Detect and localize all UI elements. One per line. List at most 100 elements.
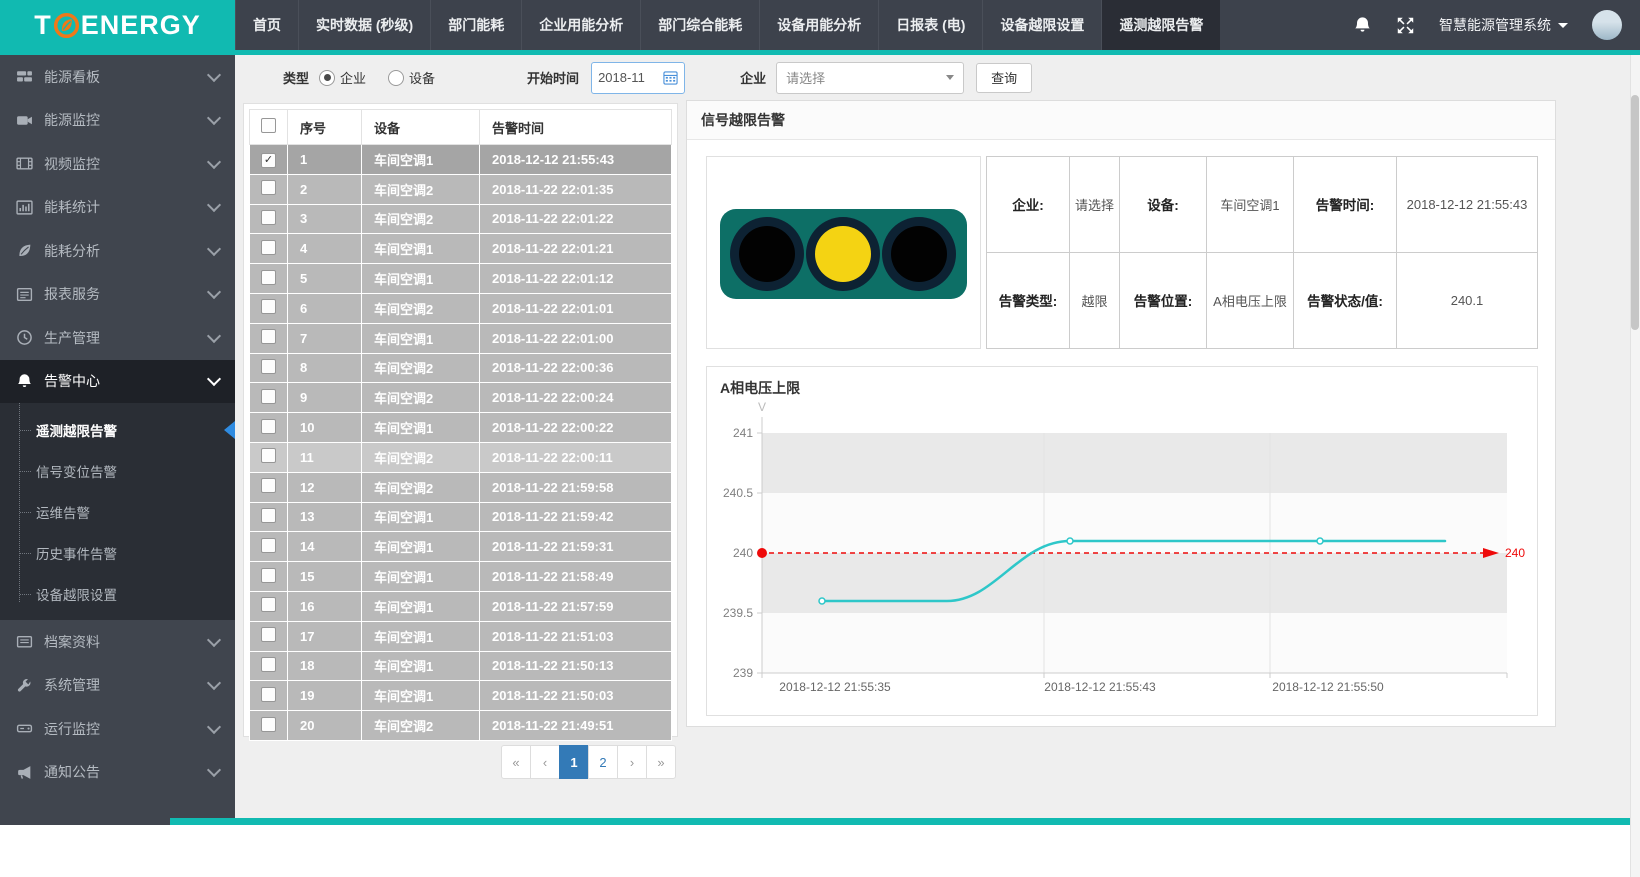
radio-option-device[interactable]: 设备 [388,68,435,87]
sidebar-item-label: 能耗分析 [44,241,209,261]
table-row[interactable]: 4车间空调12018-11-22 22:01:21 [250,234,672,264]
table-row[interactable]: 20车间空调22018-11-22 21:49:51 [250,711,672,741]
calendar-icon[interactable] [663,70,678,85]
sidebar-subitem[interactable]: 遥测越限告警 [0,409,235,450]
table-row[interactable]: 14车间空调12018-11-22 21:59:31 [250,532,672,562]
table-row[interactable]: 18车间空调12018-11-22 21:50:13 [250,651,672,681]
sidebar-subitem[interactable]: 设备越限设置 [0,573,235,614]
table-row[interactable]: 12车间空调22018-11-22 21:59:58 [250,472,672,502]
page-prev-button[interactable]: ‹ [530,745,560,779]
row-checkbox[interactable] [261,180,276,195]
table-row[interactable]: 17车间空调12018-11-22 21:51:03 [250,621,672,651]
table-row[interactable]: 13车间空调12018-11-22 21:59:42 [250,502,672,532]
row-checkbox[interactable] [261,627,276,642]
row-no: 13 [288,502,362,532]
row-checkbox[interactable] [261,419,276,434]
row-checkbox[interactable]: ✓ [261,153,276,168]
query-button[interactable]: 查询 [976,63,1032,93]
radio-device[interactable] [388,70,404,86]
row-checkbox[interactable] [261,389,276,404]
row-checkbox[interactable] [261,508,276,523]
sidebar-subitem[interactable]: 运维告警 [0,491,235,532]
row-device: 车间空调2 [362,204,480,234]
table-row[interactable]: 3车间空调22018-11-22 22:01:22 [250,204,672,234]
sidebar-item[interactable]: 系统管理 [0,664,235,708]
page-last-button[interactable]: » [646,745,676,779]
nav-item[interactable]: 日报表 (电) [878,0,982,50]
page-2-button[interactable]: 2 [588,745,618,779]
sidebar-item[interactable]: 生产管理 [0,316,235,360]
sidebar-item[interactable]: 档案资料 [0,620,235,664]
fullscreen-icon[interactable] [1396,16,1415,35]
row-checkbox[interactable] [261,657,276,672]
table-row[interactable]: 7车间空调12018-11-22 22:01:00 [250,323,672,353]
row-no: 17 [288,621,362,651]
row-checkbox[interactable] [261,240,276,255]
row-checkbox[interactable] [261,210,276,225]
row-checkbox[interactable] [261,717,276,732]
row-checkbox[interactable] [261,448,276,463]
sidebar-item[interactable]: 能源监控 [0,99,235,143]
enterprise-select[interactable]: 请选择 [776,62,964,94]
table-row[interactable]: 16车间空调12018-11-22 21:57:59 [250,591,672,621]
page-1-button[interactable]: 1 [559,745,589,779]
system-name-menu[interactable]: 智慧能源管理系统 [1439,15,1568,35]
row-checkbox[interactable] [261,359,276,374]
chevron-down-icon [1558,23,1568,28]
row-checkbox[interactable] [261,478,276,493]
detail-value: 请选择 [1070,157,1120,253]
nav-item[interactable]: 首页 [235,0,298,50]
start-time-input[interactable]: 2018-11 [591,62,685,94]
nav-item[interactable]: 部门综合能耗 [640,0,759,50]
row-no: 3 [288,204,362,234]
table-row[interactable]: 19车间空调12018-11-22 21:50:03 [250,681,672,711]
sidebar-item[interactable]: 告警中心 [0,360,235,404]
svg-text:V: V [758,400,766,414]
sidebar-item[interactable]: 运行监控 [0,707,235,751]
table-row[interactable]: 10车间空调12018-11-22 22:00:22 [250,413,672,443]
sidebar-subitem[interactable]: 历史事件告警 [0,532,235,573]
row-no: 6 [288,293,362,323]
scrollbar-track[interactable] [1630,50,1640,877]
row-checkbox[interactable] [261,538,276,553]
nav-item[interactable]: 实时数据 (秒级) [298,0,430,50]
table-row[interactable]: 11车间空调22018-11-22 22:00:11 [250,442,672,472]
select-all-checkbox[interactable] [261,118,276,133]
sidebar-item[interactable]: 报表服务 [0,273,235,317]
nav-item[interactable]: 部门能耗 [430,0,521,50]
page-next-button[interactable]: › [617,745,647,779]
scrollbar-thumb[interactable] [1631,95,1639,330]
avatar[interactable] [1592,10,1622,40]
radio-enterprise[interactable] [319,70,335,86]
sidebar-item[interactable]: 通知公告 [0,751,235,795]
sidebar-item[interactable]: 能耗统计 [0,186,235,230]
sidebar-subitem[interactable]: 信号变位告警 [0,450,235,491]
sidebar-item[interactable]: 视频监控 [0,142,235,186]
table-row[interactable]: 8车间空调22018-11-22 22:00:36 [250,353,672,383]
table-row[interactable]: ✓1车间空调12018-12-12 21:55:43 [250,145,672,175]
row-checkbox[interactable] [261,299,276,314]
nav-item[interactable]: 企业用能分析 [521,0,640,50]
table-row[interactable]: 15车间空调12018-11-22 21:58:49 [250,562,672,592]
notification-bell-icon[interactable] [1353,16,1372,35]
nav-item[interactable]: 遥测越限告警 [1101,0,1220,50]
sidebar-item[interactable]: 能源看板 [0,55,235,99]
table-row[interactable]: 5车间空调12018-11-22 22:01:12 [250,264,672,294]
page-first-button[interactable]: « [501,745,531,779]
app-logo[interactable]: T ENERGY [0,0,235,50]
sidebar-item[interactable]: 能耗分析 [0,229,235,273]
nav-item[interactable]: 设备用能分析 [759,0,878,50]
row-checkbox[interactable] [261,329,276,344]
radio-option-enterprise[interactable]: 企业 [319,68,366,87]
row-checkbox[interactable] [261,687,276,702]
sidebar-submenu: 遥测越限告警信号变位告警运维告警历史事件告警设备越限设置 [0,403,235,620]
row-device: 车间空调1 [362,591,480,621]
table-row[interactable]: 9车间空调22018-11-22 22:00:24 [250,383,672,413]
table-row[interactable]: 6车间空调22018-11-22 22:01:01 [250,293,672,323]
row-checkbox[interactable] [261,270,276,285]
row-checkbox[interactable] [261,568,276,583]
row-device: 车间空调2 [362,353,480,383]
row-checkbox[interactable] [261,597,276,612]
table-row[interactable]: 2车间空调22018-11-22 22:01:35 [250,174,672,204]
nav-item[interactable]: 设备越限设置 [982,0,1101,50]
